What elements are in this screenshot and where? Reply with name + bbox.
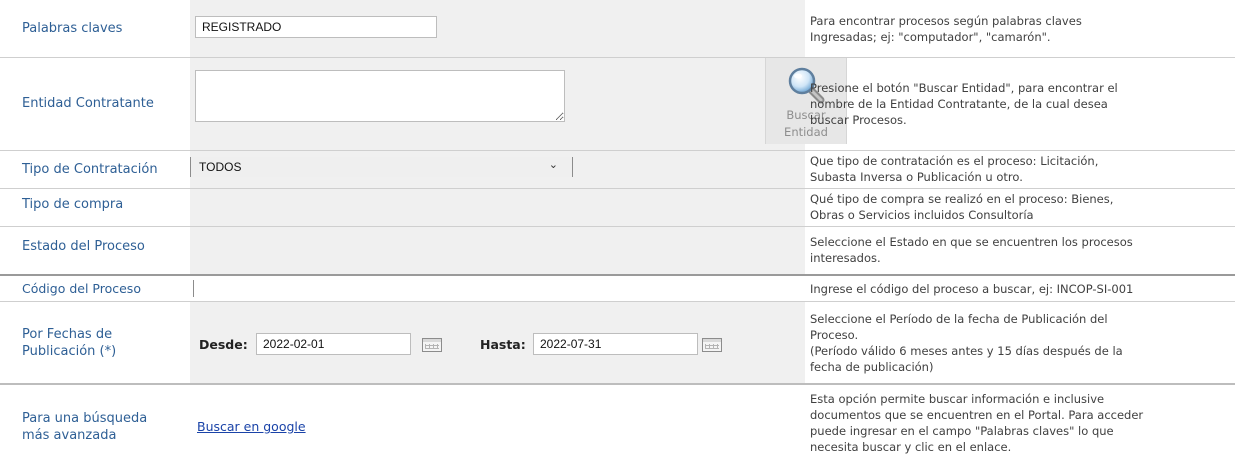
calendar-icon[interactable] <box>702 338 722 352</box>
dates-cell: Desde: Hasta: <box>190 302 805 383</box>
contract-type-help: Que tipo de contratación es el proceso: … <box>810 154 1099 184</box>
row-contract-type: Tipo de Contratación TODOS ⌄ Que tipo de… <box>0 150 1235 188</box>
calendar-icon[interactable] <box>422 338 442 352</box>
row-keywords: Palabras claves Para encontrar procesos … <box>0 0 1235 57</box>
purchase-type-label: Tipo de compra <box>22 197 124 212</box>
process-code-input[interactable] <box>194 277 434 299</box>
row-process-code: Código del Proceso Ingrese el código del… <box>0 276 1235 301</box>
advanced-cell: Buscar en google <box>190 385 805 461</box>
process-state-cell <box>190 226 805 274</box>
dates-help: Seleccione el Período de la fecha de Pub… <box>810 311 1123 374</box>
google-search-link[interactable]: Buscar en google <box>197 419 306 434</box>
entity-textarea[interactable] <box>195 70 565 122</box>
row-dates: Por Fechas de Publicación (*) Desde: Has… <box>0 302 1235 383</box>
row-divider <box>0 383 1235 385</box>
chevron-down-icon: ⌄ <box>548 159 558 171</box>
from-date-input[interactable] <box>256 333 411 355</box>
contract-type-label: Tipo de Contratación <box>22 161 158 177</box>
entity-help: Presione el botón "Buscar Entidad", para… <box>810 80 1118 127</box>
keywords-input[interactable] <box>195 16 437 38</box>
from-label: Desde: <box>199 337 248 352</box>
to-date-input[interactable] <box>533 333 698 355</box>
row-divider <box>0 301 1235 302</box>
row-entity: Entidad Contratante Buscar Entidad Presi… <box>0 57 1235 150</box>
row-divider <box>0 57 1235 58</box>
row-divider <box>0 274 1235 276</box>
purchase-type-help: Qué tipo de compra se realizó en el proc… <box>810 192 1114 222</box>
process-code-cell <box>190 276 805 301</box>
advanced-label: Para una búsqueda más avanzada <box>22 411 148 443</box>
keywords-help: Para encontrar procesos según palabras c… <box>810 13 1082 44</box>
contract-type-value: TODOS <box>199 160 242 174</box>
entity-cell: Buscar Entidad <box>190 57 847 150</box>
keywords-cell <box>190 0 805 57</box>
keywords-label: Palabras claves <box>22 21 123 36</box>
process-state-label: Estado del Proceso <box>22 239 145 254</box>
contract-type-cell: TODOS ⌄ <box>190 150 805 188</box>
dates-label: Por Fechas de Publicación (*) <box>22 326 117 359</box>
search-form: Palabras claves Para encontrar procesos … <box>0 0 1235 461</box>
row-process-state: Estado del Proceso Seleccione el Estado … <box>0 226 1235 274</box>
row-purchase-type: Tipo de compra Qué tipo de compra se rea… <box>0 188 1235 226</box>
contract-type-select[interactable]: TODOS ⌄ <box>190 157 573 177</box>
row-divider <box>0 188 1235 189</box>
to-label: Hasta: <box>480 337 526 352</box>
process-state-help: Seleccione el Estado en que se encuentre… <box>810 235 1133 265</box>
row-advanced: Para una búsqueda más avanzada Buscar en… <box>0 385 1235 461</box>
row-divider <box>0 226 1235 227</box>
row-divider <box>0 150 1235 151</box>
advanced-help: Esta opción permite buscar información e… <box>810 392 1144 454</box>
purchase-type-cell <box>190 188 805 226</box>
process-code-label: Código del Proceso <box>22 281 141 296</box>
entity-label: Entidad Contratante <box>22 96 154 111</box>
process-code-help: Ingrese el código del proceso a buscar, … <box>810 281 1134 296</box>
